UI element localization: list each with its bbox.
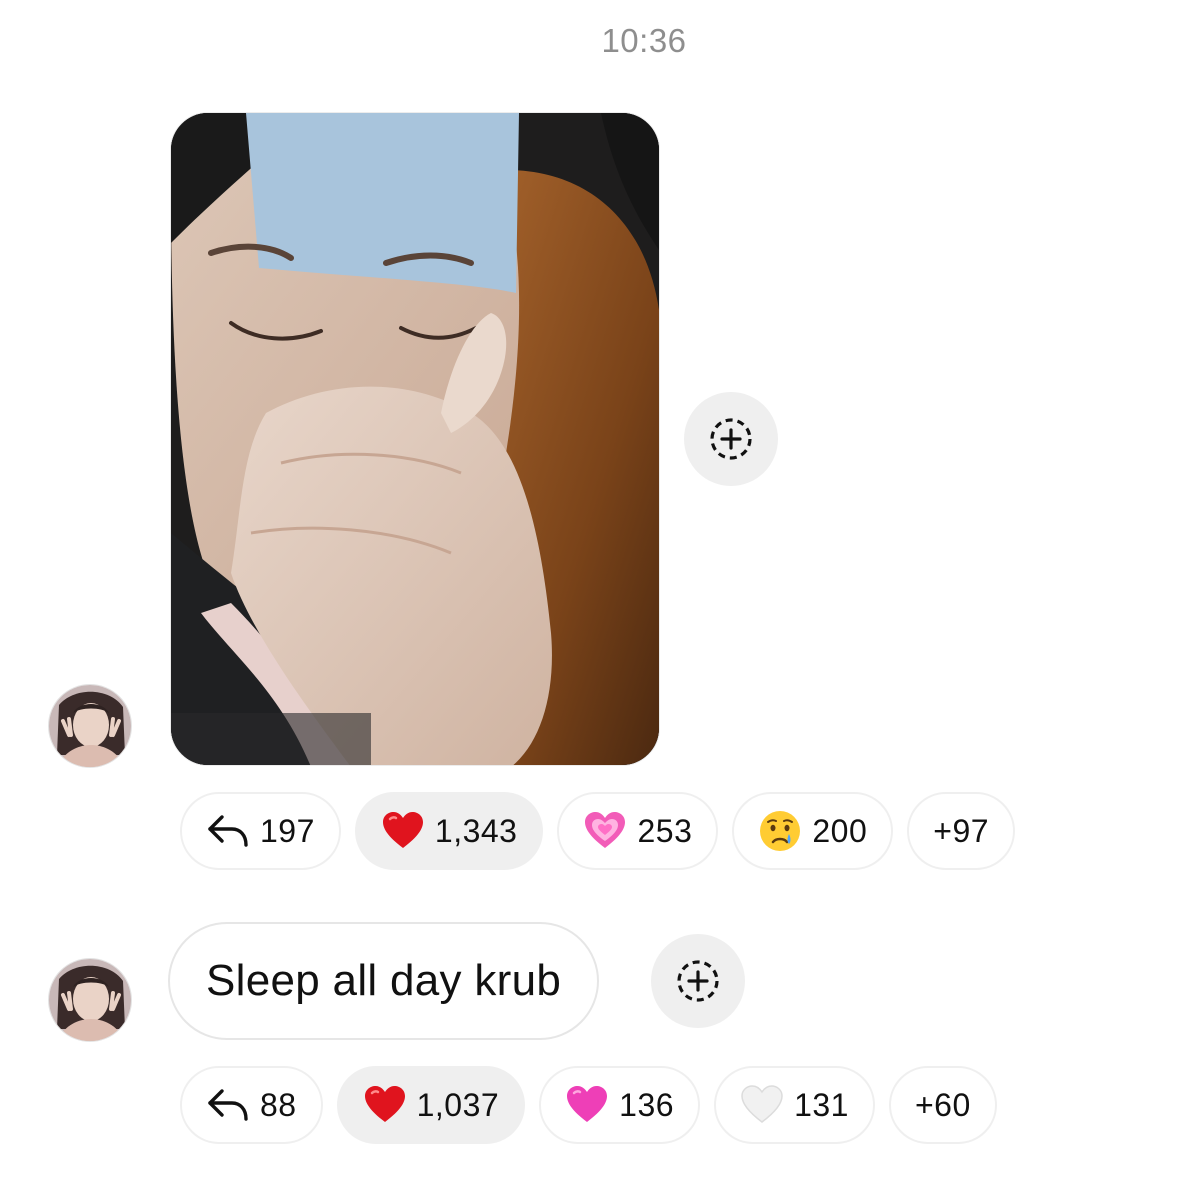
reaction-chip-red-heart[interactable]: 1,343 bbox=[354, 792, 544, 870]
photo-image bbox=[171, 113, 659, 765]
reaction-chip-red-heart[interactable]: 1,037 bbox=[336, 1066, 526, 1144]
avatar-image bbox=[49, 685, 131, 767]
reply-count: 197 bbox=[260, 813, 315, 849]
reaction-count: 1,343 bbox=[434, 813, 518, 849]
reaction-count: 200 bbox=[812, 813, 868, 849]
sparkling-heart-icon bbox=[583, 809, 627, 853]
reply-count: 88 bbox=[260, 1087, 297, 1123]
reply-icon bbox=[206, 1083, 250, 1127]
add-reaction-icon bbox=[677, 960, 719, 1002]
pink-heart-icon bbox=[565, 1083, 609, 1127]
reaction-count: 1,037 bbox=[416, 1087, 500, 1123]
reaction-count: 136 bbox=[619, 1087, 675, 1123]
reaction-count: 131 bbox=[794, 1087, 849, 1123]
message-timestamp: 10:36 bbox=[601, 22, 687, 59]
sender-avatar[interactable] bbox=[48, 958, 132, 1042]
chat-thread: 10:36 197 1,343 253 200 +97 Sleep all da… bbox=[0, 0, 1178, 1181]
text-reactions-row: 88 1,037 136 131 +60 bbox=[180, 1066, 997, 1144]
more-reactions-chip[interactable]: +97 bbox=[907, 792, 1016, 870]
add-reaction-button[interactable] bbox=[651, 934, 745, 1028]
reply-count-chip[interactable]: 88 bbox=[180, 1066, 323, 1144]
reply-icon bbox=[206, 809, 250, 853]
reaction-count: 253 bbox=[637, 813, 693, 849]
reaction-chip-white-heart[interactable]: 131 bbox=[714, 1066, 875, 1144]
text-message[interactable]: Sleep all day krub bbox=[168, 922, 600, 1040]
red-heart-icon bbox=[381, 809, 425, 853]
more-reactions-count: +60 bbox=[914, 1087, 971, 1123]
reaction-chip-crying-face[interactable]: 200 bbox=[732, 792, 894, 870]
more-reactions-count: +97 bbox=[933, 813, 990, 849]
add-reaction-icon bbox=[710, 418, 752, 460]
add-reaction-button[interactable] bbox=[684, 392, 778, 486]
message-text: Sleep all day krub bbox=[206, 956, 562, 1005]
red-heart-icon bbox=[363, 1083, 407, 1127]
avatar-image bbox=[49, 959, 131, 1041]
reaction-chip-sparkling-heart[interactable]: 253 bbox=[557, 792, 719, 870]
reaction-chip-pink-heart[interactable]: 136 bbox=[539, 1066, 701, 1144]
photo-message[interactable] bbox=[170, 112, 660, 766]
reply-count-chip[interactable]: 197 bbox=[180, 792, 341, 870]
sender-avatar[interactable] bbox=[48, 684, 132, 768]
crying-face-icon bbox=[758, 809, 802, 853]
more-reactions-chip[interactable]: +60 bbox=[888, 1066, 997, 1144]
white-heart-icon bbox=[740, 1083, 784, 1127]
photo-reactions-row: 197 1,343 253 200 +97 bbox=[180, 792, 1016, 870]
